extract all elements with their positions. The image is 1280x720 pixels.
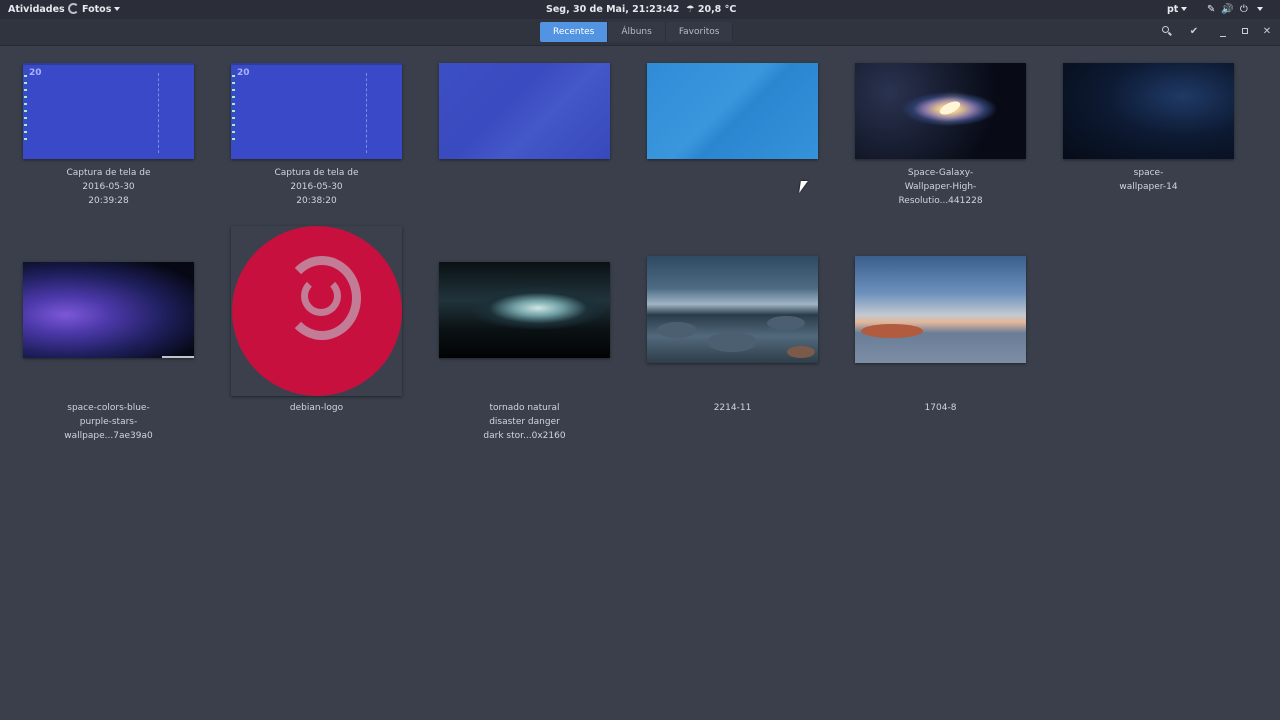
thumbnail-text: 20 bbox=[237, 68, 250, 78]
photo-thumbnail[interactable] bbox=[647, 63, 818, 159]
caption-line: Captura de tela de bbox=[66, 168, 151, 178]
caption-line: Captura de tela de bbox=[274, 168, 359, 178]
system-menu[interactable]: ✎ 🔊 ⏻ bbox=[1207, 0, 1269, 19]
caption-line: dark stor...0x2160 bbox=[483, 431, 566, 441]
volume-icon: 🔊 bbox=[1221, 4, 1234, 15]
minimize-icon bbox=[1220, 35, 1226, 37]
power-icon: ⏻ bbox=[1239, 4, 1248, 15]
photo-thumbnail[interactable] bbox=[1063, 63, 1234, 159]
photo-caption: Captura de tela de 2016-05-30 20:39:28 bbox=[3, 166, 214, 208]
chevron-down-icon bbox=[1256, 7, 1263, 11]
search-button[interactable] bbox=[1156, 23, 1174, 41]
activities-button[interactable]: Atividades bbox=[8, 0, 65, 19]
caption-line: space- bbox=[1133, 168, 1164, 178]
photo-caption: space- wallpaper-14 bbox=[1043, 166, 1254, 194]
caption-line: disaster danger bbox=[489, 417, 560, 427]
photo-caption: tornado natural disaster danger dark sto… bbox=[419, 401, 630, 443]
photo-thumbnail[interactable] bbox=[855, 256, 1026, 363]
photo-thumbnail[interactable] bbox=[23, 262, 194, 358]
mouse-cursor bbox=[799, 181, 808, 193]
chevron-down-icon bbox=[114, 7, 121, 11]
chevron-down-icon bbox=[1181, 7, 1188, 11]
photo-caption: Captura de tela de 2016-05-30 20:38:20 bbox=[211, 166, 422, 208]
caption-line: wallpaper-14 bbox=[1119, 182, 1178, 192]
photo-thumbnail[interactable] bbox=[231, 226, 402, 396]
photo-thumbnail[interactable] bbox=[439, 262, 610, 358]
minimize-button[interactable] bbox=[1214, 23, 1232, 41]
weather-indicator[interactable]: ☂ 20,8 °C bbox=[686, 0, 736, 19]
caption-line: 2016-05-30 bbox=[82, 182, 135, 192]
photo-caption: debian-logo bbox=[211, 401, 422, 415]
cloud-rain-icon: ☂ bbox=[686, 4, 695, 15]
caption-line: Wallpaper-High- bbox=[904, 182, 977, 192]
photo-thumbnail[interactable] bbox=[647, 256, 818, 363]
caption-line: wallpape...7ae39a0 bbox=[64, 431, 153, 441]
language-label: pt bbox=[1167, 4, 1179, 15]
maximize-button[interactable] bbox=[1236, 23, 1254, 41]
photo-caption: Space-Galaxy- Wallpaper-High- Resolutio.… bbox=[835, 166, 1046, 208]
app-menu[interactable]: Fotos bbox=[68, 0, 121, 19]
header-bar: Recentes Álbuns Favoritos ✔ ✕ bbox=[0, 19, 1280, 46]
language-selector[interactable]: pt bbox=[1167, 0, 1188, 19]
photo-thumbnail[interactable]: 20 bbox=[23, 63, 194, 159]
weather-temperature: 20,8 °C bbox=[697, 4, 737, 15]
caption-line: purple-stars- bbox=[79, 417, 138, 427]
caption-line: 2016-05-30 bbox=[290, 182, 343, 192]
caption-line: 1704-8 bbox=[924, 403, 957, 413]
caption-line: tornado natural bbox=[489, 403, 560, 413]
photo-caption: space-colors-blue- purple-stars- wallpap… bbox=[3, 401, 214, 443]
clock[interactable]: Seg, 30 de Mai, 21:23:42 bbox=[546, 0, 679, 19]
caption-line: Space-Galaxy- bbox=[907, 168, 974, 178]
close-icon: ✕ bbox=[1262, 26, 1272, 37]
thumbnail-text: 20 bbox=[29, 68, 42, 78]
photos-app-icon bbox=[68, 3, 79, 14]
photo-caption: 2214-11 bbox=[627, 401, 838, 415]
app-menu-label: Fotos bbox=[82, 4, 112, 15]
photo-caption: 1704-8 bbox=[835, 401, 1046, 415]
caption-line: space-colors-blue- bbox=[67, 403, 150, 413]
photo-thumbnail[interactable]: 20 bbox=[231, 63, 402, 159]
caption-line: debian-logo bbox=[289, 403, 344, 413]
close-button[interactable]: ✕ bbox=[1258, 23, 1276, 41]
caption-line: 20:39:28 bbox=[88, 196, 129, 206]
tab-albuns[interactable]: Álbuns bbox=[608, 22, 666, 42]
selection-mode-button[interactable]: ✔ bbox=[1185, 23, 1203, 41]
check-icon: ✔ bbox=[1189, 26, 1199, 37]
caption-line: 20:38:20 bbox=[296, 196, 337, 206]
search-icon bbox=[1161, 26, 1169, 33]
photo-thumbnail[interactable] bbox=[439, 63, 610, 159]
view-switcher: Recentes Álbuns Favoritos bbox=[540, 22, 734, 42]
caption-line: Resolutio...441228 bbox=[898, 196, 983, 206]
caption-line: 2214-11 bbox=[713, 403, 752, 413]
photo-thumbnail[interactable] bbox=[855, 63, 1026, 159]
tab-favoritos[interactable]: Favoritos bbox=[665, 22, 734, 42]
maximize-icon bbox=[1242, 28, 1248, 34]
pen-icon: ✎ bbox=[1207, 4, 1216, 15]
tab-recentes[interactable]: Recentes bbox=[540, 22, 609, 42]
top-bar: Atividades Fotos Seg, 30 de Mai, 21:23:4… bbox=[0, 0, 1280, 19]
